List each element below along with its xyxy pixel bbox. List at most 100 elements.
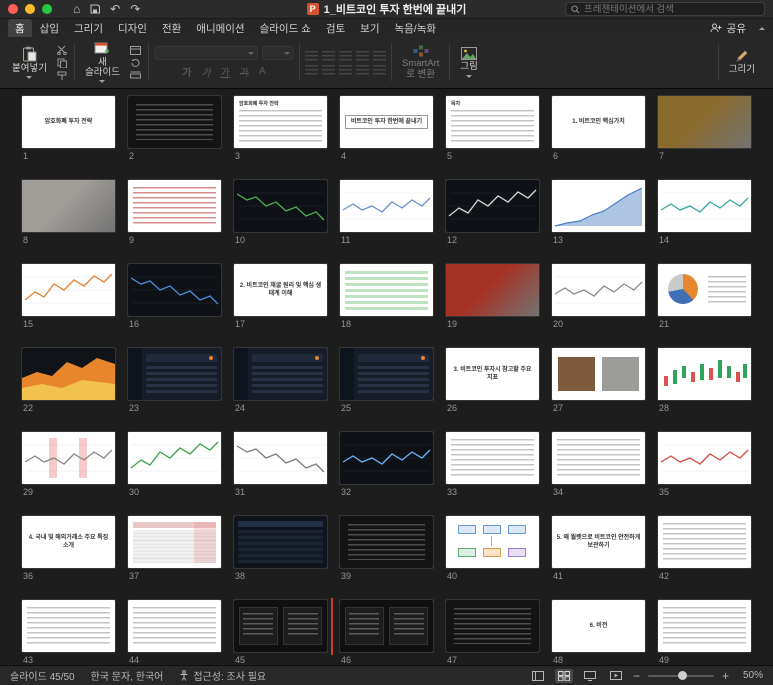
ribbon-tab[interactable]: 디자인 <box>111 19 154 38</box>
ribbon-tab[interactable]: 전환 <box>155 19 188 38</box>
slide-thumbnail[interactable] <box>658 180 751 232</box>
slide-thumbnail[interactable] <box>128 96 221 148</box>
slide-thumbnail[interactable] <box>22 432 115 484</box>
ribbon-tab[interactable]: 슬라이드 쇼 <box>253 19 318 38</box>
font-style-button[interactable]: 가 <box>198 64 213 79</box>
slide-thumbnail[interactable] <box>234 432 327 484</box>
zoom-slider[interactable] <box>647 671 714 680</box>
slide-thumbnail[interactable] <box>234 348 327 400</box>
ribbon-tab[interactable]: 보기 <box>353 19 386 38</box>
ribbon-tab[interactable]: 삽입 <box>33 19 66 38</box>
zoom-in-button[interactable]: + <box>722 670 729 682</box>
slide-layout-button[interactable] <box>128 46 143 55</box>
ribbon-tab[interactable]: 녹음/녹화 <box>387 19 443 38</box>
slide-thumbnail[interactable] <box>658 264 751 316</box>
accessibility-status[interactable]: 접근성: 조사 필요 <box>179 668 266 683</box>
slide-thumbnail[interactable]: 6. 비전 <box>552 600 645 652</box>
normal-view-button[interactable] <box>529 669 547 683</box>
collapse-ribbon-icon[interactable] <box>759 26 765 30</box>
slide-thumbnail[interactable] <box>552 264 645 316</box>
align-center-button[interactable] <box>321 64 335 75</box>
slide-thumbnail[interactable] <box>552 180 645 232</box>
ribbon-tab[interactable]: 애니메이션 <box>189 19 251 38</box>
picture-button[interactable]: 그림 <box>455 45 482 79</box>
slide-thumbnail[interactable]: 5. 왜 월렛으로 비트코인 안전하게 보관하기 <box>552 516 645 568</box>
home-icon[interactable]: ⌂ <box>73 2 80 16</box>
text-direction-button[interactable] <box>372 64 386 75</box>
slide-thumbnail[interactable] <box>128 516 221 568</box>
undo-icon[interactable]: ↶ <box>110 2 120 16</box>
zoom-slider-knob[interactable] <box>677 671 687 680</box>
slide-thumbnail[interactable] <box>446 264 539 316</box>
slide-thumbnail[interactable] <box>234 180 327 232</box>
bullet-list-button[interactable] <box>304 50 318 61</box>
decrease-indent-button[interactable] <box>338 50 352 61</box>
slide-thumbnail[interactable]: 암호화폐 투자 전략 <box>22 96 115 148</box>
reset-slide-button[interactable] <box>128 58 143 67</box>
search-box[interactable] <box>565 2 765 16</box>
slide-thumbnail[interactable]: 암호화폐 투자 전략 <box>234 96 327 148</box>
slide-thumbnail[interactable] <box>340 516 433 568</box>
slide-thumbnail[interactable] <box>340 348 433 400</box>
slide-thumbnail[interactable] <box>128 432 221 484</box>
redo-icon[interactable]: ↷ <box>130 2 140 16</box>
slide-thumbnail[interactable] <box>446 432 539 484</box>
close-window-icon[interactable] <box>8 4 18 14</box>
slideshow-view-button[interactable] <box>607 669 625 683</box>
slide-thumbnail[interactable] <box>128 600 221 652</box>
justify-button[interactable] <box>355 64 369 75</box>
cut-button[interactable] <box>55 45 69 55</box>
paste-button[interactable]: 붙여넣기 <box>7 44 52 81</box>
ribbon-tab[interactable]: 그리기 <box>67 19 110 38</box>
slide-thumbnail[interactable] <box>658 96 751 148</box>
line-spacing-button[interactable] <box>372 50 386 61</box>
slide-thumbnail[interactable] <box>552 432 645 484</box>
ribbon-tab[interactable]: 검토 <box>319 19 352 38</box>
slide-thumbnail[interactable] <box>128 348 221 400</box>
slide-thumbnail[interactable] <box>22 264 115 316</box>
slide-thumbnail[interactable] <box>22 600 115 652</box>
slide-thumbnail[interactable] <box>234 516 327 568</box>
slide-thumbnail[interactable] <box>658 600 751 652</box>
slide-thumbnail[interactable]: 3. 비트코인 투자시 참고할 주요 지표 <box>446 348 539 400</box>
font-style-button[interactable]: 가 <box>218 64 233 79</box>
numbered-list-button[interactable] <box>321 50 335 61</box>
slide-thumbnail[interactable] <box>446 600 539 652</box>
slide-thumbnail[interactable]: 2. 비트코인 채굴 원리 및 핵심 생태계 이해 <box>234 264 327 316</box>
minimize-window-icon[interactable] <box>25 4 35 14</box>
slide-thumbnail[interactable]: 목차 <box>446 96 539 148</box>
section-button[interactable] <box>128 70 143 79</box>
align-left-button[interactable] <box>304 64 318 75</box>
format-painter-button[interactable] <box>55 71 69 81</box>
slide-thumbnail[interactable] <box>340 600 433 652</box>
language-status[interactable]: 한국 문자, 한국어 <box>91 668 164 683</box>
slide-thumbnail[interactable] <box>340 432 433 484</box>
slide-thumbnail[interactable] <box>22 348 115 400</box>
ribbon-tab[interactable]: 홈 <box>8 18 32 38</box>
save-icon[interactable] <box>90 4 101 14</box>
font-style-button[interactable]: 가 <box>237 64 252 79</box>
slide-thumbnail[interactable] <box>340 180 433 232</box>
zoom-out-button[interactable]: − <box>633 670 640 682</box>
font-size-select[interactable] <box>261 46 294 60</box>
slide-thumbnail[interactable] <box>22 180 115 232</box>
slide-thumbnail[interactable] <box>552 348 645 400</box>
slide-thumbnail[interactable] <box>658 432 751 484</box>
slide-thumbnail[interactable] <box>340 264 433 316</box>
align-right-button[interactable] <box>338 64 352 75</box>
font-style-button[interactable]: 가 <box>179 64 194 79</box>
slide-thumbnail[interactable] <box>234 600 327 652</box>
share-button[interactable]: 공유 <box>727 21 746 36</box>
convert-to-smartart-button[interactable]: SmartArt 로 변환 <box>397 43 444 82</box>
font-style-button[interactable]: A <box>256 66 269 77</box>
slide-thumbnail[interactable]: 4. 국내 및 해외거래소 주요 특징 소개 <box>22 516 115 568</box>
search-input[interactable] <box>584 3 759 15</box>
slide-sorter-view-button[interactable] <box>554 668 573 683</box>
draw-button[interactable]: 그리기 <box>724 47 760 77</box>
font-name-select[interactable] <box>153 46 258 60</box>
slide-thumbnail[interactable] <box>658 516 751 568</box>
copy-button[interactable] <box>55 58 69 68</box>
fullscreen-window-icon[interactable] <box>42 4 52 14</box>
slide-thumbnail[interactable] <box>658 348 751 400</box>
reading-view-button[interactable] <box>581 669 599 683</box>
